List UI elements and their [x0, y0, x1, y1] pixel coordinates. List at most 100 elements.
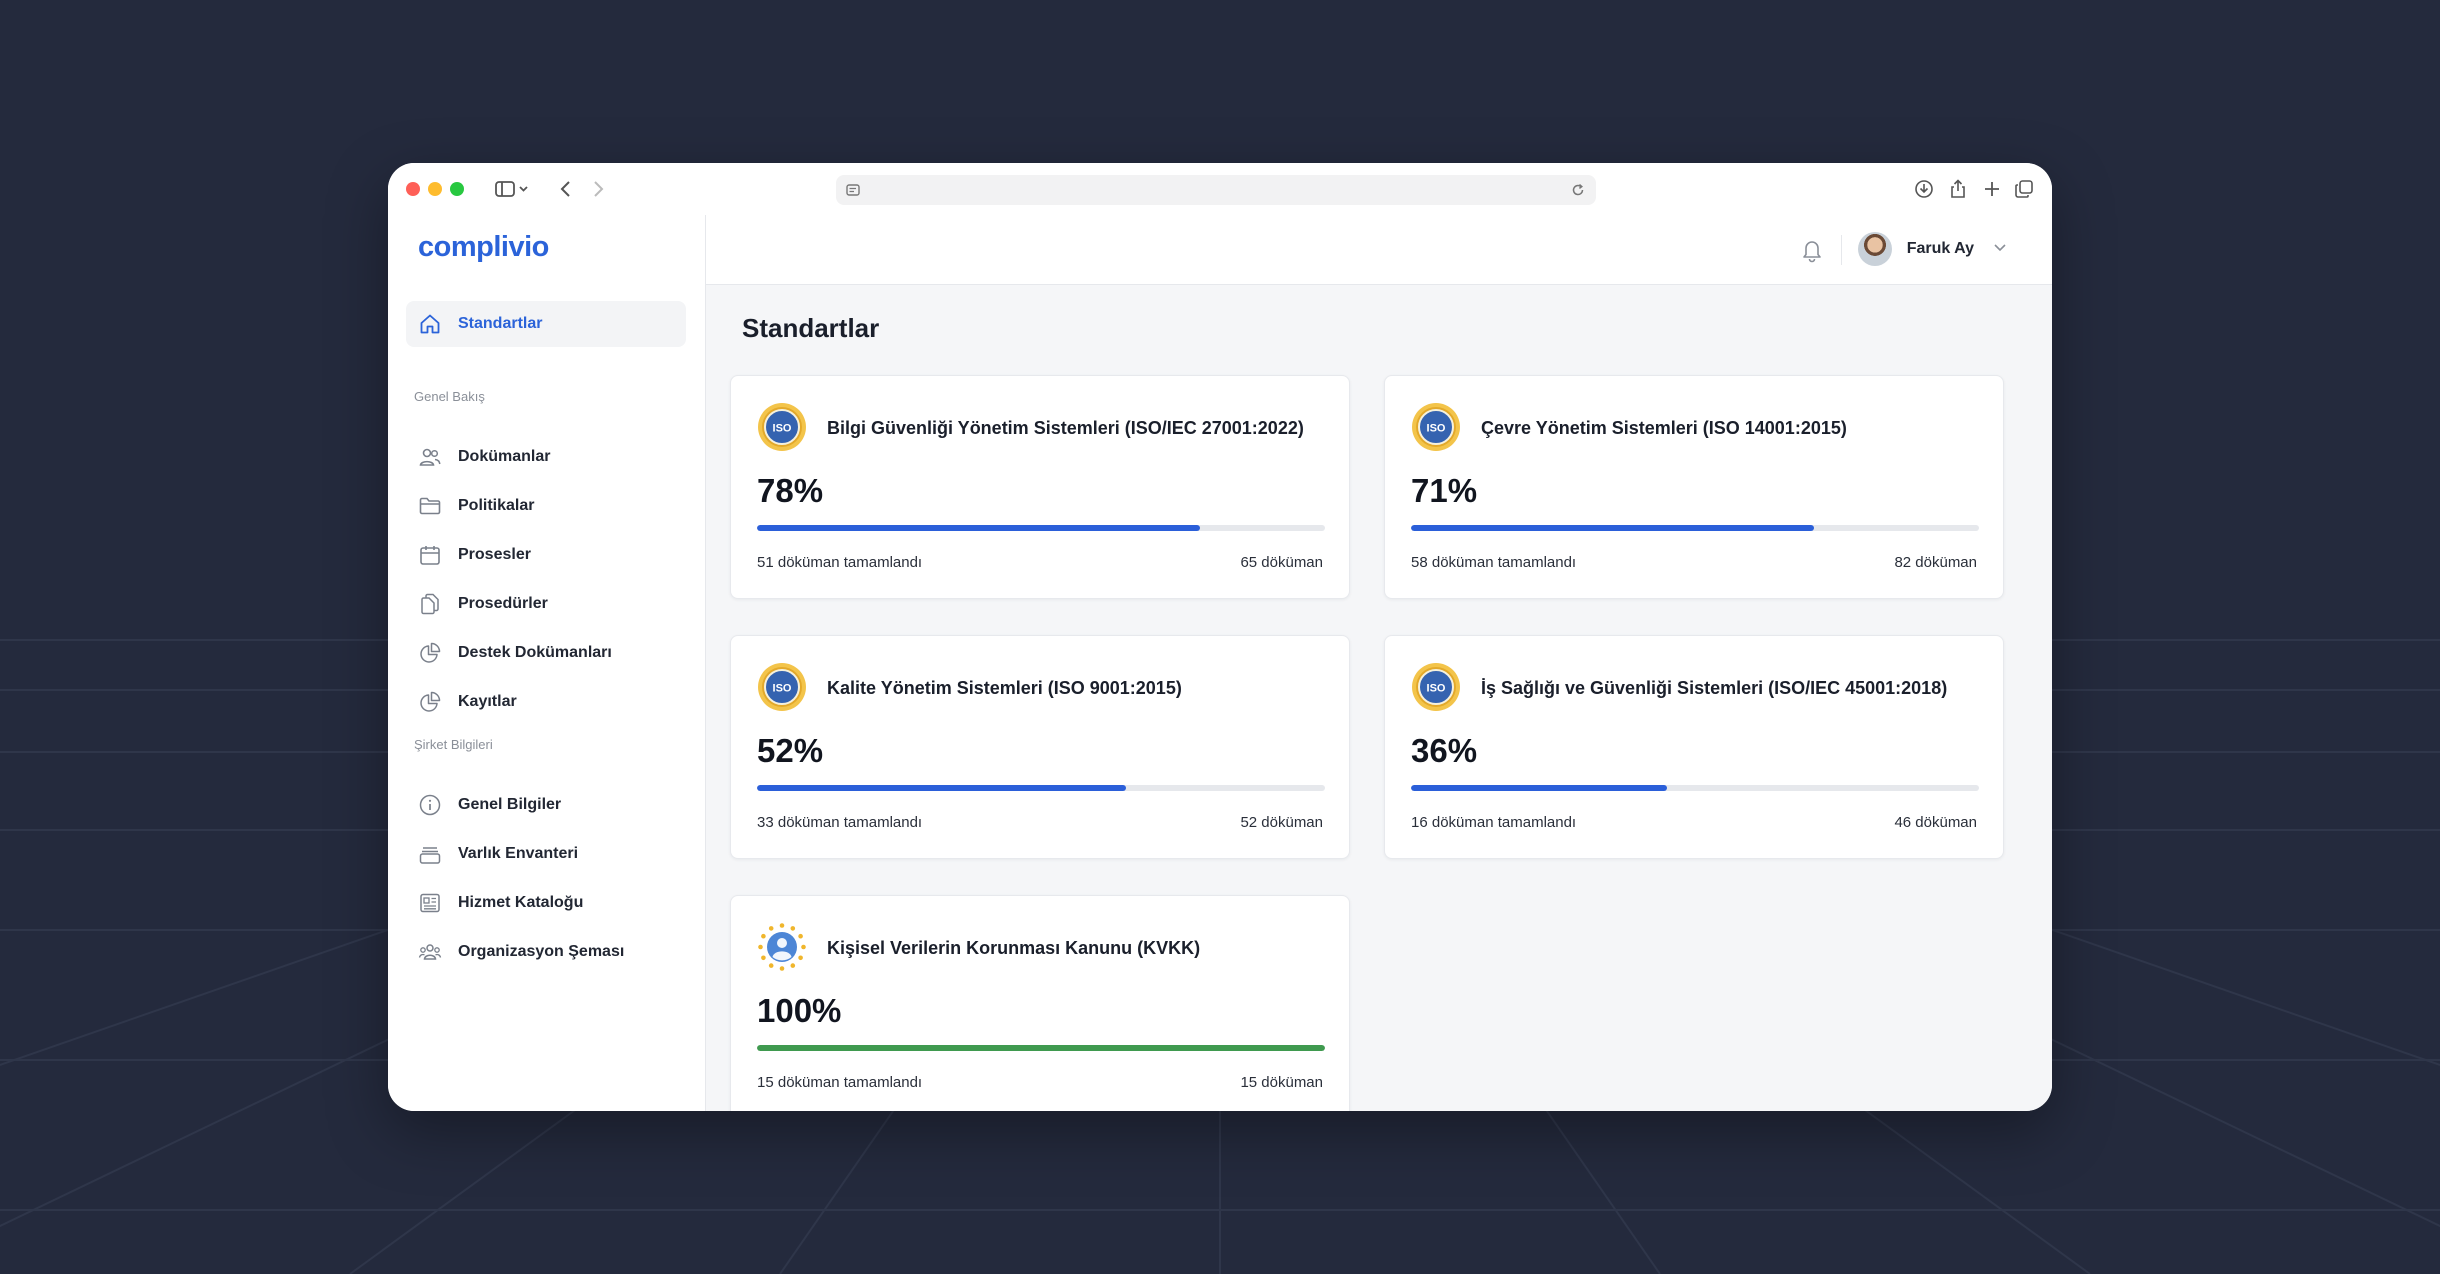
archive-icon — [418, 842, 442, 866]
sidebar-item-label: Kayıtlar — [458, 693, 517, 710]
sidebar-item-label: Destek Dokümanları — [458, 644, 612, 661]
card-title: Kişisel Verilerin Korunması Kanunu (KVKK… — [827, 938, 1201, 958]
reload-icon[interactable] — [1570, 182, 1586, 198]
sidebar-item-standartlar[interactable]: Standartlar — [406, 301, 686, 347]
browser-window: complivio Standartlar Genel Bakış Doküma… — [388, 163, 2052, 1111]
sidebar-item-label: Varlık Envanteri — [458, 845, 579, 862]
main-content: Standartlar ISO Bilgi Güvenliği Yönetim … — [706, 285, 2052, 1111]
pie-chart-icon — [418, 641, 442, 665]
completed-count: 33 döküman tamamlandı — [757, 814, 923, 831]
progress-fill — [1411, 785, 1667, 791]
standard-card-iso-45001[interactable]: ISO İş Sağlığı ve Güvenliği Sistemleri (… — [1384, 635, 2004, 859]
sidebar-item-organizasyon-semasi[interactable]: Organizasyon Şeması — [406, 932, 686, 972]
sidebar-item-destek-dokumanlari[interactable]: Destek Dokümanları — [406, 633, 686, 673]
sidebar-item-politikalar[interactable]: Politikalar — [406, 486, 686, 526]
download-icon[interactable] — [1912, 177, 1936, 201]
card-title: Kalite Yönetim Sistemleri (ISO 9001:2015… — [827, 678, 1182, 698]
total-count: 46 döküman — [1894, 814, 1977, 831]
badge-text: ISO — [773, 423, 792, 435]
share-icon[interactable] — [1946, 177, 1970, 201]
badge-text: ISO — [1427, 423, 1446, 435]
close-window-button[interactable] — [406, 182, 420, 196]
card-percentage: 100% — [757, 992, 842, 1029]
card-percentage: 78% — [757, 472, 824, 509]
team-icon — [418, 940, 442, 964]
total-count: 65 döküman — [1240, 554, 1323, 571]
maximize-window-button[interactable] — [450, 182, 464, 196]
sidebar-item-label: Politikalar — [458, 497, 535, 514]
sidebar-item-prosedurler[interactable]: Prosedürler — [406, 584, 686, 624]
iso-badge-icon: ISO — [1412, 663, 1460, 711]
completed-count: 51 döküman tamamlandı — [757, 554, 923, 571]
back-icon[interactable] — [554, 177, 578, 201]
sidebar-item-label: Organizasyon Şeması — [458, 943, 625, 960]
iso-badge-icon: ISO — [758, 663, 806, 711]
sidebar-item-varlik-envanteri[interactable]: Varlık Envanteri — [406, 834, 686, 874]
sidebar-item-label: Prosedürler — [458, 595, 548, 612]
sidebar-item-label: Dokümanlar — [458, 448, 551, 465]
card-percentage: 36% — [1411, 732, 1478, 769]
users-icon — [418, 445, 442, 469]
card-title: Bilgi Güvenliği Yönetim Sistemleri (ISO/… — [827, 418, 1304, 438]
pie-chart-icon — [418, 690, 442, 714]
topbar-divider — [1841, 235, 1842, 265]
completed-count: 16 döküman tamamlandı — [1411, 814, 1577, 831]
standard-card-iso-14001[interactable]: ISO Çevre Yönetim Sistemleri (ISO 14001:… — [1384, 375, 2004, 599]
sidebar-toggle-icon[interactable] — [492, 177, 532, 201]
calendar-icon — [418, 543, 442, 567]
progress-bar — [1411, 525, 1979, 531]
progress-fill — [757, 785, 1127, 791]
folder-icon — [418, 494, 442, 518]
sidebar-item-dokumanlar[interactable]: Dokümanlar — [406, 437, 686, 477]
total-count: 82 döküman — [1894, 554, 1977, 571]
standard-card-kvkk[interactable]: Kişisel Verilerin Korunması Kanunu (KVKK… — [730, 895, 1350, 1111]
sidebar-item-kayitlar[interactable]: Kayıtlar — [406, 682, 686, 722]
progress-bar — [757, 785, 1325, 791]
card-percentage: 52% — [757, 732, 824, 769]
section-title-sirket-bilgileri: Şirket Bilgileri — [414, 737, 493, 752]
sidebar-item-label: Hizmet Kataloğu — [458, 894, 584, 911]
browser-toolbar — [388, 163, 2052, 215]
sidebar-item-label: Genel Bilgiler — [458, 796, 562, 813]
sidebar-item-hizmet-katalogu[interactable]: Hizmet Kataloğu — [406, 883, 686, 923]
completed-count: 58 döküman tamamlandı — [1411, 554, 1577, 571]
page-title: Standartlar — [742, 313, 880, 343]
newspaper-icon — [418, 891, 442, 915]
top-bar: Faruk Ay — [706, 215, 2052, 285]
card-title: Çevre Yönetim Sistemleri (ISO 14001:2015… — [1481, 418, 1847, 438]
badge-text: ISO — [1427, 683, 1446, 695]
completed-count: 15 döküman tamamlandı — [757, 1074, 923, 1091]
sidebar-item-label: Prosesler — [458, 546, 531, 563]
progress-bar — [757, 1045, 1325, 1051]
tabs-overview-icon[interactable] — [2012, 177, 2036, 201]
badge-text: ISO — [773, 683, 792, 695]
page-settings-icon[interactable] — [846, 183, 860, 197]
card-percentage: 71% — [1411, 472, 1478, 509]
standard-card-iso-9001[interactable]: ISO Kalite Yönetim Sistemleri (ISO 9001:… — [730, 635, 1350, 859]
address-bar[interactable] — [836, 175, 1596, 205]
standard-card-iso-27001[interactable]: ISO Bilgi Güvenliği Yönetim Sistemleri (… — [730, 375, 1350, 599]
section-title-genel-bakis: Genel Bakış — [414, 389, 485, 404]
sidebar-item-label: Standartlar — [458, 315, 543, 332]
iso-badge-icon: ISO — [1412, 403, 1460, 451]
iso-badge-icon: ISO — [758, 403, 806, 451]
user-name[interactable]: Faruk Ay — [1907, 240, 1974, 258]
sidebar-item-prosesler[interactable]: Prosesler — [406, 535, 686, 575]
total-count: 15 döküman — [1240, 1074, 1323, 1091]
avatar[interactable] — [1858, 232, 1892, 266]
chevron-down-icon[interactable] — [1992, 239, 2008, 260]
progress-fill — [757, 1045, 1325, 1051]
new-tab-icon[interactable] — [1980, 177, 2004, 201]
copy-icon — [418, 592, 442, 616]
sidebar: complivio Standartlar Genel Bakış Doküma… — [388, 215, 706, 1111]
minimize-window-button[interactable] — [428, 182, 442, 196]
card-title: İş Sağlığı ve Güvenliği Sistemleri (ISO/… — [1481, 678, 1948, 698]
progress-bar — [1411, 785, 1979, 791]
progress-bar — [757, 525, 1325, 531]
forward-icon[interactable] — [586, 177, 610, 201]
bell-icon[interactable] — [1800, 237, 1824, 268]
kvkk-badge-icon — [758, 923, 806, 971]
sidebar-item-genel-bilgiler[interactable]: Genel Bilgiler — [406, 785, 686, 825]
progress-fill — [1411, 525, 1815, 531]
app-logo[interactable]: complivio — [418, 231, 549, 264]
